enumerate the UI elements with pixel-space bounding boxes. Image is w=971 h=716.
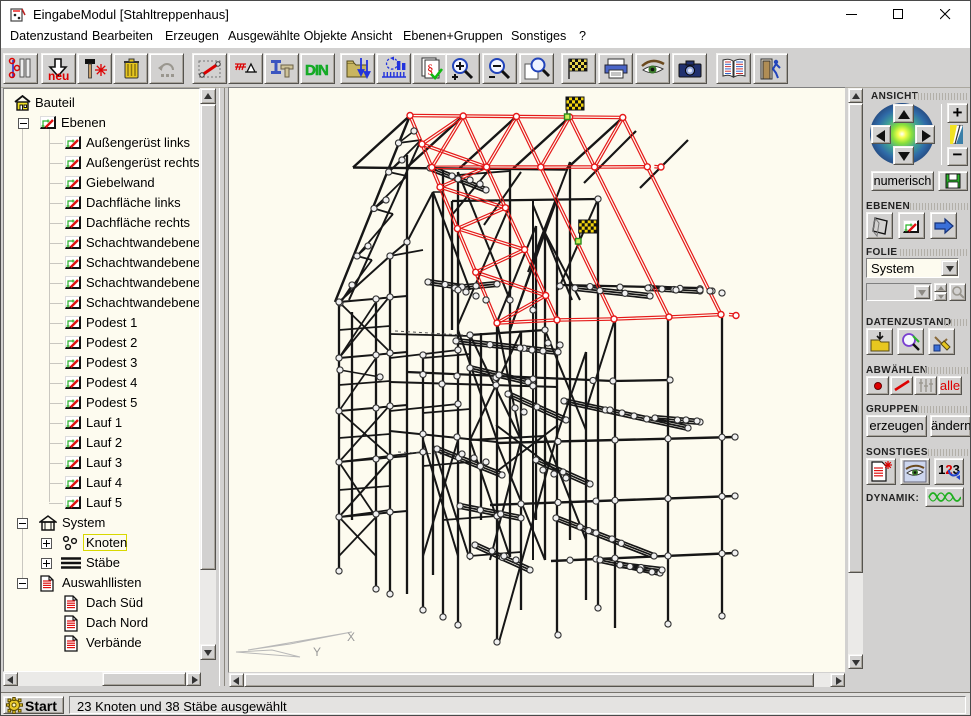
svg-text:neu: neu <box>48 69 69 82</box>
svg-text:X: X <box>347 630 355 644</box>
svg-text:Y: Y <box>313 645 321 659</box>
svg-text:DIN: DIN <box>305 62 328 79</box>
